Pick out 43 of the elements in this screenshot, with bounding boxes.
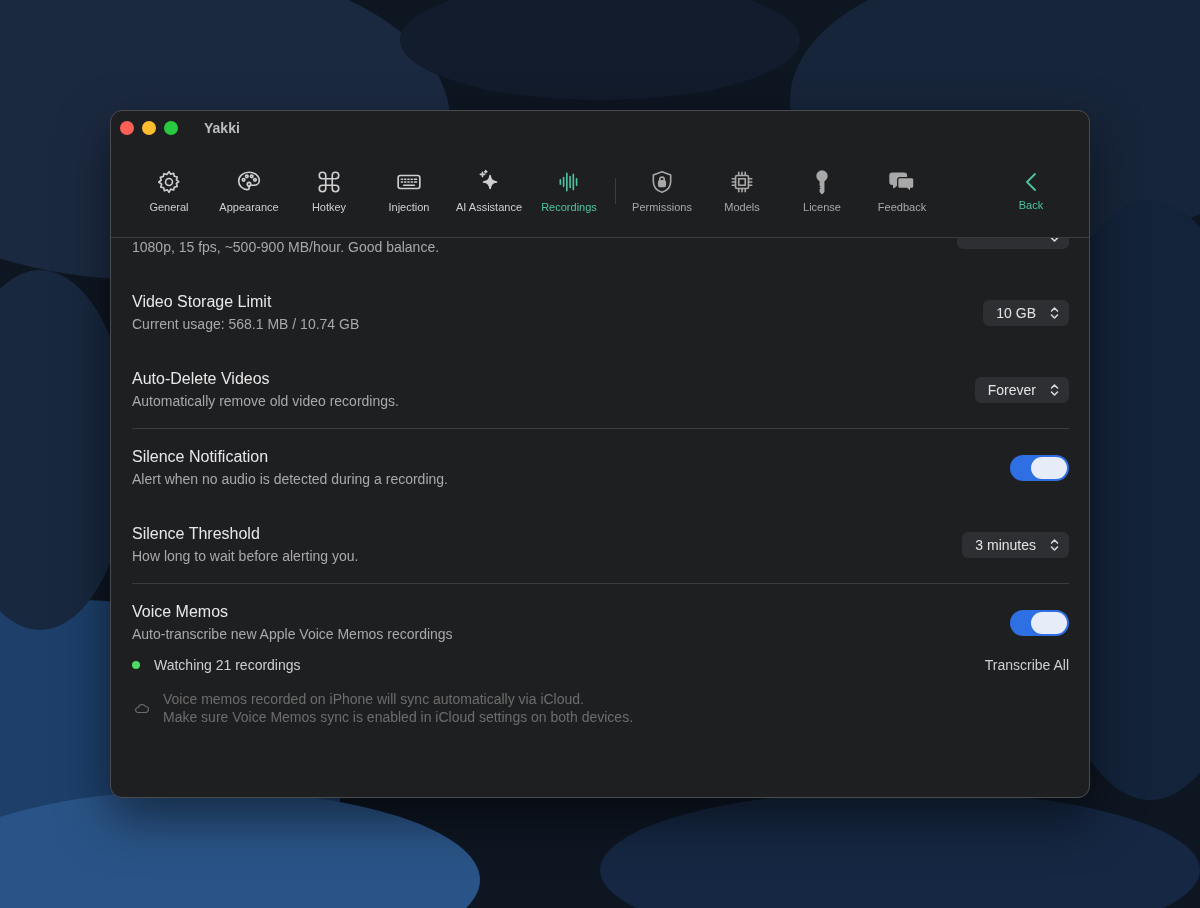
toolbar-tab[interactable]: Recordings [529, 163, 609, 219]
toolbar-tab[interactable]: Feedback [862, 163, 942, 219]
chevron-up-down-icon [1050, 382, 1059, 397]
dropdown[interactable]: 3 minutes [962, 531, 1069, 558]
toolbar-tab[interactable]: General [129, 163, 209, 219]
note-text: Voice memos recorded on iPhone will sync automatically via iCloud. [163, 690, 585, 708]
setting-description: Current usage: 568.1 MB / 10.74 GB [132, 316, 361, 333]
window-title: Yakki [204, 120, 240, 136]
setting-description: Alert when no audio is detected during a recording. [132, 471, 449, 488]
chevron-up-down-icon [1050, 537, 1059, 552]
note-text: Make sure Voice Memos sync is enabled in iCloud settings on both devices. [163, 708, 634, 726]
setting-title: Silence Notification [132, 447, 270, 466]
chevron-left-icon [1024, 171, 1038, 193]
toolbar-tab[interactable]: Models [702, 163, 782, 219]
toggle-switch[interactable] [1010, 609, 1069, 636]
toolbar-tab[interactable]: Permissions [622, 163, 702, 219]
dropdown[interactable]: Forever [974, 376, 1069, 403]
setting-description: 1080p, 15 fps, ~500-900 MB/hour. Good balance. [132, 239, 441, 256]
zoom-button[interactable] [164, 121, 178, 135]
setting-title: Silence Threshold [132, 524, 261, 543]
setting-description: Automatically remove old video recordings. [132, 393, 400, 410]
toolbar-tab[interactable]: Hotkey [289, 163, 369, 219]
transcribe-button[interactable]: Transcribe All [984, 657, 1069, 673]
status-text: Watching 21 recordings [154, 657, 302, 673]
setting-title: Video Storage Limit [132, 292, 273, 311]
chip-icon [729, 169, 755, 195]
dropdown[interactable]: 10 GB [983, 299, 1069, 326]
close-button[interactable] [120, 121, 134, 135]
cloud-icon [134, 703, 149, 713]
gear-icon [156, 169, 182, 195]
toolbar-tab[interactable]: AI Assistance [449, 163, 529, 219]
chevron-up-down-icon [1050, 305, 1059, 320]
setting-description: Auto-transcribe new Apple Voice Memos recordings [132, 626, 454, 643]
toolbar-tab[interactable]: Appearance [209, 163, 289, 219]
setting-title: Voice Memos [132, 602, 230, 621]
back-button[interactable]: Back [993, 163, 1069, 219]
minimize-button[interactable] [142, 121, 156, 135]
toolbar-tab[interactable]: Injection [369, 163, 449, 219]
setting-description: How long to wait before alerting you. [132, 548, 360, 565]
command-icon [316, 169, 342, 195]
setting-title: Auto-Delete Videos [132, 369, 271, 388]
toolbar-tab[interactable]: License [782, 163, 862, 219]
toggle-switch[interactable] [1010, 454, 1069, 481]
